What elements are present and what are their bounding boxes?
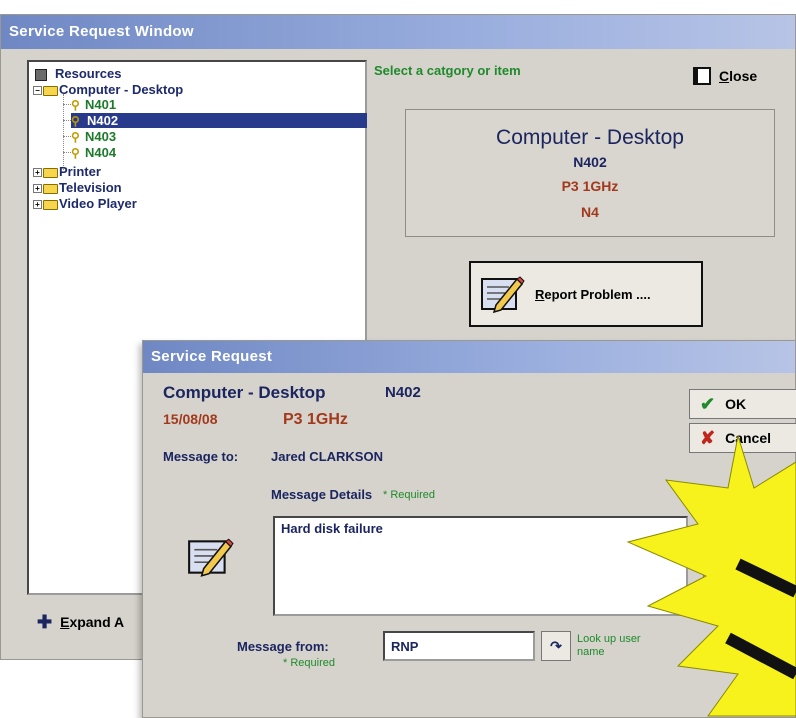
pencil-edit-icon: [188, 538, 234, 577]
tree-item-label: N403: [85, 129, 117, 144]
report-label: eport Problem ....: [544, 286, 651, 302]
tree-item-label: Printer: [59, 164, 101, 179]
expand-label: xpand A: [69, 614, 125, 630]
select-category-hint: Select a catgory or item: [374, 63, 521, 78]
message-to-value: Jared CLARKSON: [271, 449, 383, 464]
info-extra: N4: [581, 204, 599, 220]
expand-icon[interactable]: +: [33, 168, 42, 178]
resources-icon: [35, 68, 47, 81]
tree-item-n403[interactable]: ⚲ N403: [71, 129, 116, 144]
cancel-button[interactable]: ✘ Cancel: [689, 423, 796, 453]
lookup-user-button[interactable]: ↷: [541, 631, 571, 661]
lookup-side-line2: comm: [703, 608, 733, 620]
message-from-label: Message from:: [237, 639, 329, 654]
pencil-edit-icon: [481, 276, 525, 314]
expand-all-button[interactable]: ✚ Expand A: [27, 607, 151, 637]
cancel-label: Cancel: [725, 430, 772, 446]
info-spec: P3 1GHz: [561, 178, 619, 194]
tree-item-label: N402: [85, 113, 121, 128]
tree-item-label: Video Player: [59, 196, 137, 211]
dialog-item-id: N402: [385, 384, 421, 401]
close-label: lose: [729, 68, 758, 84]
service-request-dialog: Service Request Computer - Desktop N402 …: [142, 340, 796, 718]
lookup-user-line2: name: [577, 646, 605, 658]
lookup-side-line1: Look u: [703, 595, 737, 607]
required-tag: * Required: [383, 489, 435, 501]
tree-item-n404[interactable]: ⚲ N404: [71, 145, 116, 160]
lookup-user-line1: Look up user: [577, 633, 641, 645]
info-category: Computer - Desktop: [496, 126, 684, 149]
dialog-category: Computer - Desktop: [163, 383, 326, 402]
ok-button[interactable]: ✔ OK: [689, 389, 796, 419]
tree-item-label: N401: [85, 97, 117, 112]
key-icon: ⚲: [71, 146, 80, 161]
close-button[interactable]: Close: [689, 59, 793, 93]
close-door-icon: [693, 67, 711, 85]
close-label-underlined: C: [719, 68, 730, 84]
dialog-title: Service Request: [143, 341, 795, 373]
key-icon: ⚲: [71, 98, 80, 113]
lookup-comment-text: Look u comm: [703, 595, 736, 621]
checkmark-icon: ✔: [700, 393, 716, 414]
info-item-id: N402: [573, 154, 607, 170]
message-details-label: Message Details: [271, 487, 373, 502]
folder-icon: [43, 183, 58, 194]
lookup-icon: ↷: [550, 638, 562, 654]
key-icon: ⚲: [71, 114, 80, 129]
tree-root[interactable]: Resources: [35, 66, 121, 81]
x-icon: ✘: [700, 427, 716, 448]
tree-root-label: Resources: [55, 66, 122, 81]
message-from-required: * Required: [283, 657, 335, 669]
tree-item-n402[interactable]: ⚲ N402: [71, 113, 367, 128]
lookup-user-text: Look up user name: [577, 633, 641, 659]
collapse-icon[interactable]: −: [33, 86, 42, 96]
folder-icon: [43, 167, 58, 178]
window-title: Service Request Window: [1, 15, 795, 49]
folder-icon: [43, 199, 58, 210]
tree-item-television[interactable]: + Television: [33, 180, 122, 195]
tree-item-label: Computer - Desktop: [59, 82, 184, 97]
tree-item-video-player[interactable]: + Video Player: [33, 196, 137, 211]
message-details-textarea[interactable]: Hard disk failure: [273, 516, 688, 616]
message-to-label: Message to:: [163, 449, 239, 464]
report-label-underlined: R: [535, 286, 545, 302]
key-icon: ⚲: [71, 130, 80, 145]
lookup-icon: ↷: [712, 566, 724, 582]
tree-item-computer-desktop[interactable]: − Computer - Desktop: [33, 82, 183, 97]
item-info-panel: Computer - Desktop N402 P3 1GHz N4: [405, 109, 775, 237]
tree-item-label: N404: [85, 145, 117, 160]
message-from-input[interactable]: RNP: [383, 631, 535, 661]
tree-item-printer[interactable]: + Printer: [33, 164, 101, 179]
report-problem-button[interactable]: Report Problem ....: [469, 261, 703, 327]
lookup-comment-button[interactable]: ↷: [703, 559, 733, 589]
tree-item-n401[interactable]: ⚲ N401: [71, 97, 116, 112]
folder-icon: [43, 85, 58, 96]
expand-icon[interactable]: +: [33, 200, 42, 210]
ok-label: OK: [725, 396, 747, 412]
tree-item-label: Television: [59, 180, 122, 195]
dialog-spec: P3 1GHz: [283, 411, 348, 428]
expand-icon[interactable]: +: [33, 184, 42, 194]
dialog-date: 15/08/08: [163, 411, 218, 427]
plus-icon: ✚: [37, 611, 53, 632]
